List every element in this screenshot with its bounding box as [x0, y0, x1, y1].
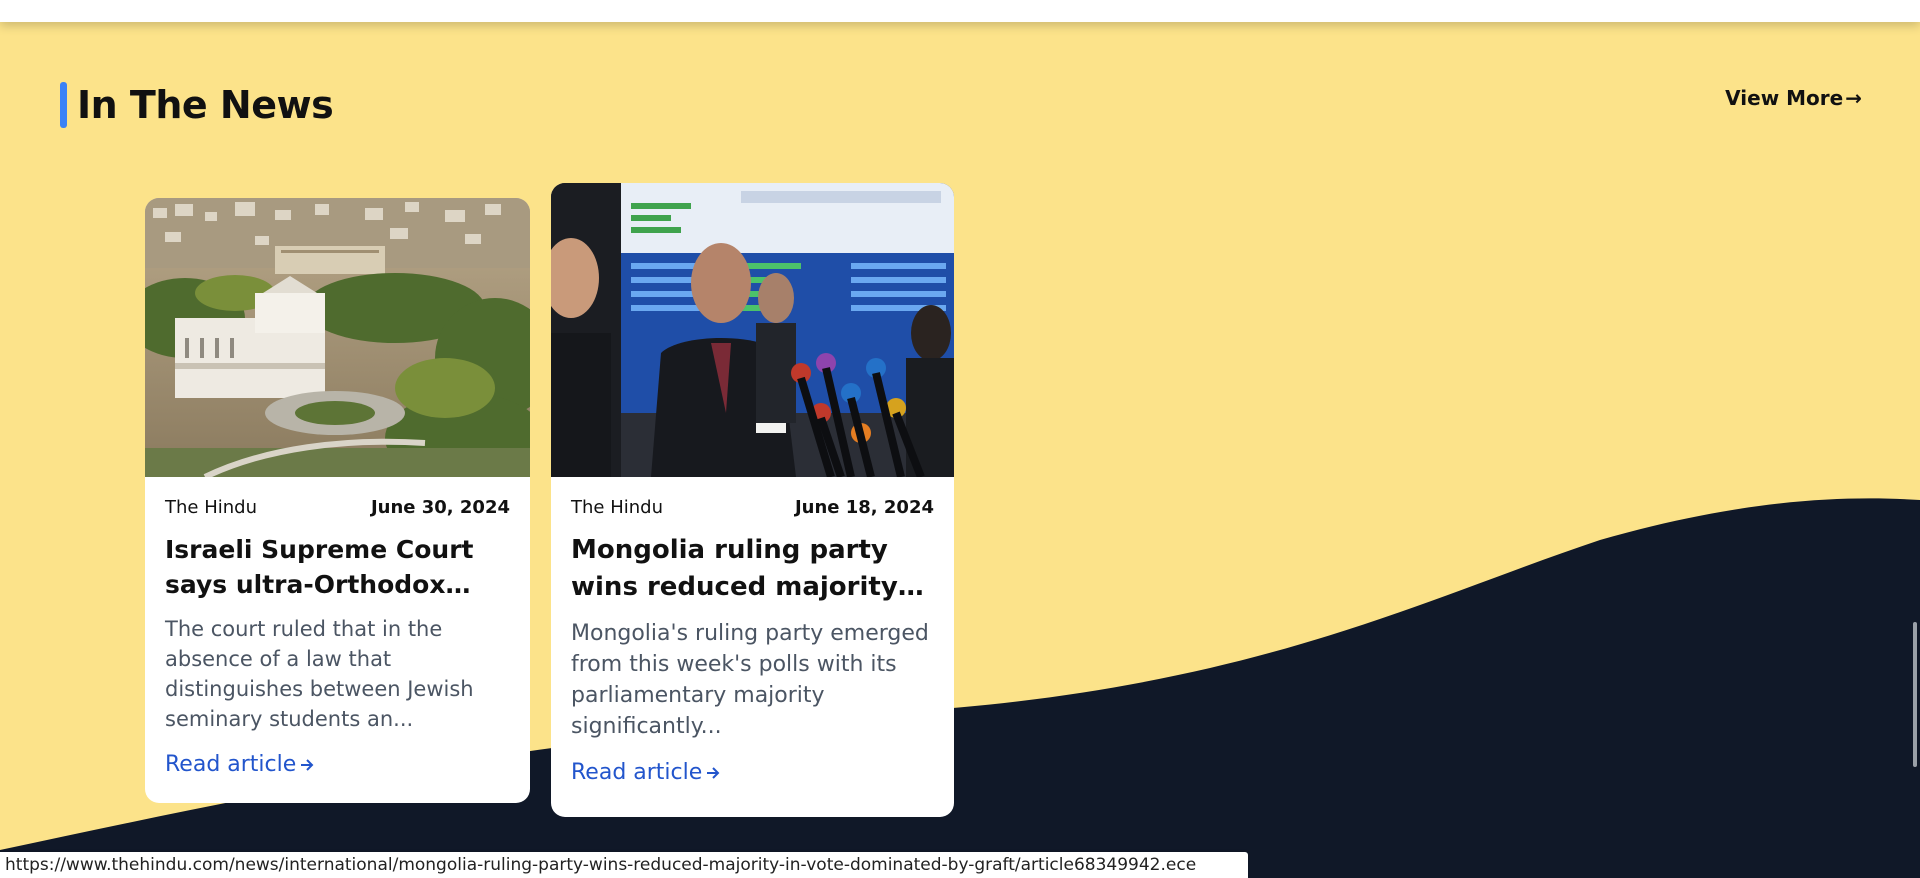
view-more-label: View More — [1725, 86, 1844, 110]
status-bar-url: https://www.thehindu.com/news/internatio… — [0, 852, 1248, 878]
title-accent-bar — [60, 82, 67, 128]
scrollbar-thumb[interactable] — [1913, 622, 1917, 767]
arrow-right-icon: → — [1845, 86, 1862, 110]
press-conference-photo — [551, 183, 954, 477]
section-header: In The News — [60, 82, 334, 128]
article-date: June 18, 2024 — [794, 497, 934, 518]
arrow-right-icon — [301, 758, 314, 771]
article-excerpt: The court ruled that in the absence of a… — [165, 617, 474, 731]
article-date: June 30, 2024 — [370, 497, 510, 518]
arrow-right-icon — [707, 766, 720, 779]
article-source: The Hindu — [165, 497, 257, 518]
section-title: In The News — [77, 83, 334, 127]
read-article-link[interactable]: Read article — [571, 760, 722, 785]
article-excerpt: Mongolia's ruling party emerged from thi… — [571, 621, 929, 739]
news-card[interactable]: The Hindu June 30, 2024 Israeli Supreme … — [145, 198, 530, 803]
read-article-label: Read article — [571, 760, 703, 785]
supreme-court-building-photo — [145, 198, 530, 477]
article-meta: The Hindu June 30, 2024 — [165, 497, 510, 518]
view-more-link[interactable]: View More → — [1725, 86, 1862, 110]
page-scrollbar[interactable] — [1906, 0, 1920, 878]
news-card[interactable]: The Hindu June 18, 2024 Mongolia ruling … — [551, 183, 954, 817]
article-source: The Hindu — [571, 497, 663, 518]
read-article-label: Read article — [165, 752, 297, 777]
article-headline[interactable]: Israeli Supreme Court says ultra-Orthodo… — [165, 532, 510, 602]
article-headline[interactable]: Mongolia ruling party wins reduced major… — [571, 532, 934, 606]
read-article-link[interactable]: Read article — [165, 752, 316, 777]
article-meta: The Hindu June 18, 2024 — [571, 497, 934, 518]
